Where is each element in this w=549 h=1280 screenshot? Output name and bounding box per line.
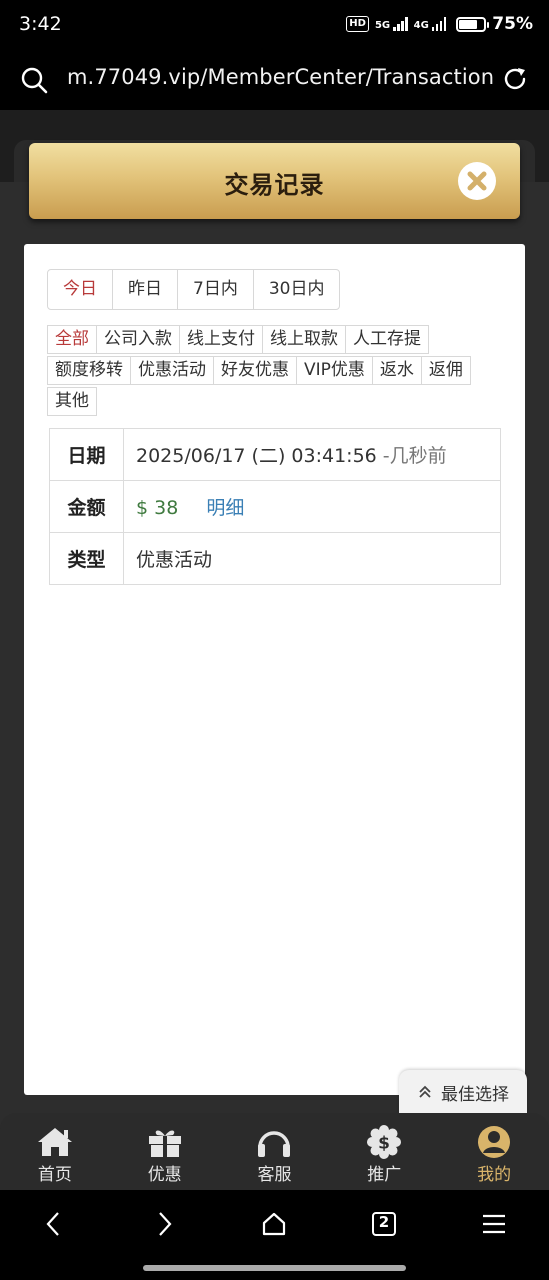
filter-other[interactable]: 其他 xyxy=(47,387,97,416)
amount-cell: $ 38 明细 xyxy=(123,480,501,533)
browser-back-button[interactable] xyxy=(38,1208,70,1240)
table-row: 日期 2025/06/17 (二) 03:41:56 -几秒前 xyxy=(49,428,501,481)
nav-support-label: 客服 xyxy=(257,1165,292,1185)
signal-bars-icon xyxy=(393,17,408,31)
status-time: 3:42 xyxy=(19,13,62,35)
nav-home[interactable]: 首页 xyxy=(0,1113,110,1190)
reload-icon[interactable] xyxy=(501,65,529,93)
battery-level xyxy=(459,19,477,29)
filter-promotion[interactable]: 优惠活动 xyxy=(130,356,214,385)
hamburger-menu-icon xyxy=(483,1214,505,1234)
amount-label: 金额 xyxy=(49,480,124,533)
filter-friend-bonus[interactable]: 好友优惠 xyxy=(213,356,297,385)
amount-value: $ 38 xyxy=(136,497,179,519)
url-text[interactable]: m.77049.vip/MemberCenter/Transaction xyxy=(67,65,494,89)
filter-company-deposit[interactable]: 公司入款 xyxy=(96,325,180,354)
best-choice-button[interactable]: 最佳选择 xyxy=(399,1070,527,1114)
status-indicators: HD 5G 4G 75% xyxy=(346,14,533,34)
browser-forward-button[interactable] xyxy=(148,1208,180,1240)
battery-percent: 75% xyxy=(492,14,533,34)
user-icon xyxy=(478,1126,511,1158)
filter-manual[interactable]: 人工存提 xyxy=(345,325,429,354)
headphones-icon xyxy=(258,1131,291,1157)
signal-4g: 4G xyxy=(414,17,447,31)
tab-30-days[interactable]: 30日内 xyxy=(254,270,340,309)
browser-url-bar: m.77049.vip/MemberCenter/Transaction xyxy=(0,52,549,110)
detail-link[interactable]: 明细 xyxy=(206,497,244,519)
transaction-card: 今日 昨日 7日内 30日内 全部 公司入款 线上支付 线上取款 人工存提 额度… xyxy=(24,244,525,1095)
battery-icon xyxy=(456,16,490,32)
bottom-navigation: 首页 优惠 客服 $ 推广 我的 xyxy=(0,1113,549,1190)
browser-tabs-button[interactable]: 2 xyxy=(368,1208,400,1240)
tab-yesterday[interactable]: 昨日 xyxy=(113,270,178,309)
dollar-badge-icon: $ xyxy=(367,1125,402,1159)
date-value: 2025/06/17 (二) 03:41:56 xyxy=(136,445,377,467)
filter-online-payment[interactable]: 线上支付 xyxy=(179,325,263,354)
date-label: 日期 xyxy=(49,428,124,481)
date-ago: -几秒前 xyxy=(382,445,447,467)
filter-online-withdrawal[interactable]: 线上取款 xyxy=(262,325,346,354)
type-filter-list: 全部 公司入款 线上支付 线上取款 人工存提 额度移转 优惠活动 好友优惠 VI… xyxy=(47,325,497,418)
home-icon xyxy=(37,1128,72,1156)
page-title: 交易记录 xyxy=(224,171,325,199)
nav-referral[interactable]: $ 推广 xyxy=(329,1113,439,1190)
nav-promotions-label: 优惠 xyxy=(147,1165,182,1185)
double-chevron-up-icon xyxy=(419,1085,431,1098)
tabs-count: 2 xyxy=(378,1213,390,1231)
transaction-detail-table: 日期 2025/06/17 (二) 03:41:56 -几秒前 金额 $ 38 … xyxy=(49,428,501,585)
browser-home-button[interactable] xyxy=(258,1208,290,1240)
nav-profile-label: 我的 xyxy=(477,1165,512,1185)
close-icon xyxy=(467,171,487,191)
nav-support[interactable]: 客服 xyxy=(220,1113,330,1190)
best-choice-label: 最佳选择 xyxy=(441,1084,509,1105)
svg-text:$: $ xyxy=(378,1134,390,1154)
filter-all[interactable]: 全部 xyxy=(47,325,97,354)
tab-7-days[interactable]: 7日内 xyxy=(178,270,254,309)
date-cell: 2025/06/17 (二) 03:41:56 -几秒前 xyxy=(123,428,501,481)
tab-today[interactable]: 今日 xyxy=(48,270,113,309)
home-outline-icon xyxy=(262,1212,286,1236)
nav-profile[interactable]: 我的 xyxy=(439,1113,549,1190)
close-button[interactable] xyxy=(458,162,496,200)
browser-menu-button[interactable] xyxy=(478,1208,510,1240)
modal-header: 交易记录 xyxy=(29,143,520,219)
filter-vip-bonus[interactable]: VIP优惠 xyxy=(296,356,373,385)
filter-commission[interactable]: 返佣 xyxy=(420,356,471,385)
signal-5g: 5G xyxy=(375,17,408,31)
nav-referral-label: 推广 xyxy=(367,1165,402,1185)
chevron-left-icon xyxy=(46,1212,59,1236)
network-label-4g: 4G xyxy=(413,20,429,31)
table-row: 金额 $ 38 明细 xyxy=(49,480,501,533)
nav-promotions[interactable]: 优惠 xyxy=(110,1113,220,1190)
hd-voice-badge: HD xyxy=(346,16,369,32)
home-indicator[interactable] xyxy=(143,1265,406,1271)
gift-icon xyxy=(148,1130,181,1157)
chevron-right-icon xyxy=(159,1212,172,1236)
filter-transfer[interactable]: 额度移转 xyxy=(47,356,131,385)
date-range-tabs: 今日 昨日 7日内 30日内 xyxy=(47,269,341,310)
status-bar: 3:42 HD 5G 4G 75% xyxy=(0,0,549,52)
network-label-5g: 5G xyxy=(374,20,391,31)
signal-bars-icon xyxy=(431,17,447,31)
filter-rebate[interactable]: 返水 xyxy=(371,356,422,385)
nav-home-label: 首页 xyxy=(37,1165,72,1185)
table-row: 类型 优惠活动 xyxy=(49,532,501,585)
type-label: 类型 xyxy=(49,532,124,585)
type-value: 优惠活动 xyxy=(123,532,501,585)
search-icon[interactable] xyxy=(20,66,48,94)
